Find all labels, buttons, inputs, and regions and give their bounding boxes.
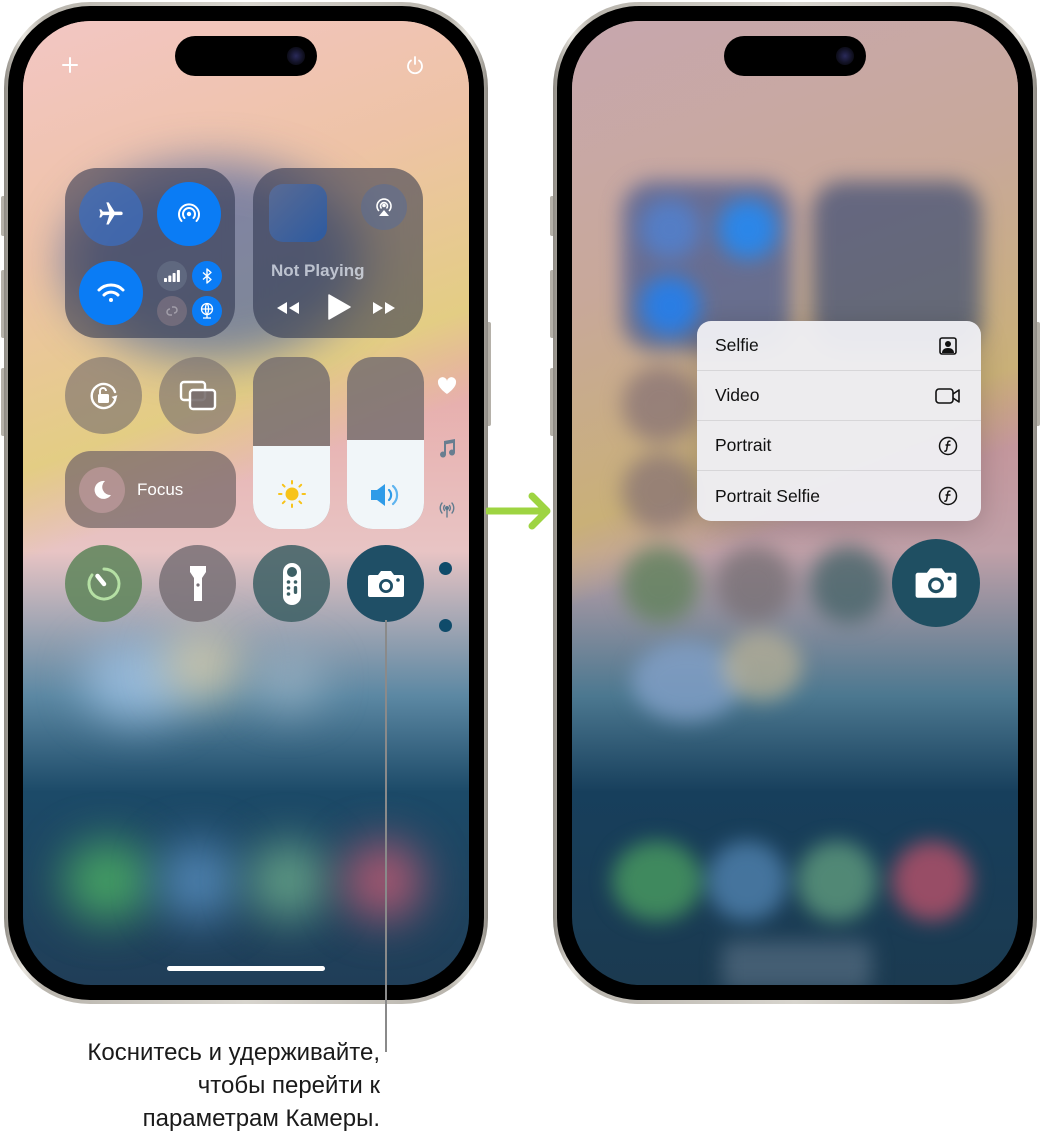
camera-options-screen: Selfie Video Portrait Portrait Selfie bbox=[572, 21, 1018, 985]
album-art-placeholder bbox=[269, 184, 327, 242]
airdrop-toggle[interactable] bbox=[157, 182, 221, 246]
flashlight-icon bbox=[189, 565, 206, 601]
screen-mirroring-toggle[interactable] bbox=[159, 357, 236, 434]
home-indicator[interactable] bbox=[167, 966, 325, 971]
wifi-icon bbox=[97, 283, 125, 302]
aperture-f-icon bbox=[935, 435, 961, 457]
menu-item-label: Portrait bbox=[715, 435, 772, 455]
power-icon[interactable] bbox=[405, 55, 425, 79]
timer-button[interactable] bbox=[65, 545, 142, 622]
remote-icon bbox=[282, 562, 301, 605]
dynamic-island bbox=[724, 36, 866, 76]
heart-icon[interactable] bbox=[435, 376, 459, 396]
flashlight-button[interactable] bbox=[159, 545, 236, 622]
camera-options-menu: Selfie Video Portrait Portrait Selfie bbox=[697, 321, 981, 521]
play-icon bbox=[328, 294, 351, 320]
speaker-icon bbox=[370, 484, 398, 506]
selfie-portrait-icon bbox=[935, 335, 961, 357]
now-playing-module[interactable]: Not Playing bbox=[253, 168, 423, 338]
vpn-toggle[interactable] bbox=[192, 296, 222, 326]
volume-slider[interactable] bbox=[347, 357, 424, 529]
menu-item-portrait-selfie[interactable]: Portrait Selfie bbox=[697, 471, 981, 521]
focus-moon-circle bbox=[79, 466, 125, 513]
focus-label: Focus bbox=[137, 479, 184, 499]
rewind-icon bbox=[277, 302, 299, 314]
vpn-network-icon bbox=[200, 302, 214, 319]
plus-icon[interactable] bbox=[62, 55, 78, 77]
airplane-mode-toggle[interactable] bbox=[79, 182, 143, 246]
cellular-toggle[interactable] bbox=[157, 261, 187, 291]
play-button[interactable] bbox=[327, 294, 351, 325]
connectivity-module bbox=[65, 168, 235, 338]
menu-item-label: Video bbox=[715, 385, 760, 405]
focus-button[interactable]: Focus bbox=[65, 451, 236, 528]
screen-mirroring-icon bbox=[179, 380, 216, 410]
antenna-icon[interactable] bbox=[435, 499, 459, 519]
airdrop-icon bbox=[178, 203, 200, 222]
apple-tv-remote-button[interactable] bbox=[253, 545, 330, 622]
menu-item-selfie[interactable]: Selfie bbox=[697, 321, 981, 371]
page-dot[interactable] bbox=[439, 562, 452, 575]
caption-line: Коснитесь и удерживайте, bbox=[87, 1039, 380, 1066]
iphone-camera-options: Selfie Video Portrait Portrait Selfie bbox=[553, 2, 1037, 1004]
orientation-lock-icon bbox=[89, 382, 117, 409]
brightness-slider[interactable] bbox=[253, 357, 330, 529]
menu-item-label: Selfie bbox=[715, 335, 759, 355]
menu-item-label: Portrait Selfie bbox=[715, 485, 821, 506]
sun-icon bbox=[277, 480, 306, 508]
caption-line: параметрам Камеры. bbox=[142, 1105, 380, 1132]
iphone-control-center: Not Playing Focus bbox=[4, 2, 488, 1004]
fast-forward-icon bbox=[373, 302, 395, 314]
bluetooth-icon bbox=[202, 268, 212, 284]
now-playing-status: Not Playing bbox=[271, 261, 365, 280]
music-note-icon[interactable] bbox=[435, 437, 459, 459]
airplane-icon bbox=[99, 202, 123, 225]
callout-line bbox=[385, 620, 387, 1052]
personal-hotspot-toggle[interactable] bbox=[157, 296, 187, 326]
rewind-button[interactable] bbox=[275, 300, 301, 321]
control-center-screen: Not Playing Focus bbox=[23, 21, 469, 985]
timer-icon bbox=[87, 567, 120, 600]
arrow-right-icon bbox=[486, 492, 551, 530]
camera-button[interactable] bbox=[347, 545, 424, 622]
menu-item-video[interactable]: Video bbox=[697, 371, 981, 421]
camera-icon bbox=[915, 568, 957, 598]
airplay-button[interactable] bbox=[361, 184, 407, 230]
camera-icon bbox=[367, 570, 404, 597]
airplay-icon bbox=[376, 198, 392, 216]
caption-line: чтобы перейти к bbox=[197, 1072, 380, 1099]
page-dot[interactable] bbox=[439, 619, 452, 632]
aperture-f-icon bbox=[935, 485, 961, 507]
cellular-signal-icon bbox=[164, 270, 180, 282]
personal-hotspot-icon bbox=[166, 306, 178, 316]
caption: Коснитесь и удерживайте, чтобы перейти к… bbox=[87, 1036, 380, 1135]
video-camera-icon bbox=[935, 385, 961, 407]
dynamic-island bbox=[175, 36, 317, 76]
moon-icon bbox=[94, 480, 111, 499]
orientation-lock-toggle[interactable] bbox=[65, 357, 142, 434]
bluetooth-toggle[interactable] bbox=[192, 261, 222, 291]
wifi-toggle[interactable] bbox=[79, 261, 143, 325]
menu-item-portrait[interactable]: Portrait bbox=[697, 421, 981, 471]
camera-button-expanded[interactable] bbox=[892, 539, 980, 627]
fast-forward-button[interactable] bbox=[371, 300, 397, 321]
